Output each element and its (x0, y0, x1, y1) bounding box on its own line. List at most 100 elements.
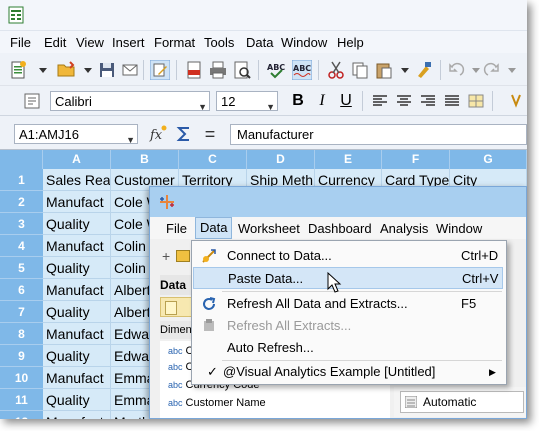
tableau-menu-data[interactable]: Data (195, 217, 233, 239)
column-header[interactable]: C (179, 150, 247, 169)
cut-icon[interactable] (326, 60, 346, 80)
copy-icon[interactable] (350, 60, 370, 80)
row-header[interactable]: 10 (0, 367, 43, 389)
menu-format[interactable]: Format (154, 35, 195, 50)
italic-icon[interactable]: I (312, 91, 332, 111)
redo-icon[interactable] (482, 60, 502, 80)
menu-insert[interactable]: Insert (112, 35, 145, 50)
tableau-menu-window[interactable]: Window (436, 221, 482, 236)
font-size-box[interactable]: 12 ▼ (216, 91, 278, 112)
dropdown-arrow-icon[interactable] (33, 60, 53, 80)
column-header[interactable]: B (111, 150, 179, 169)
align-left-icon[interactable] (370, 91, 390, 111)
tableau-menu-analysis[interactable]: Analysis (380, 221, 428, 236)
grid-cell[interactable]: Quality (43, 301, 111, 323)
justify-icon[interactable] (442, 91, 462, 111)
column-header[interactable]: F (382, 150, 450, 169)
grid-cell[interactable]: Quality (43, 345, 111, 367)
undo-icon[interactable] (446, 60, 466, 80)
row-header[interactable]: 5 (0, 257, 43, 279)
paste-icon[interactable] (374, 60, 394, 80)
menu-item-datasource[interactable]: ✓ @Visual Analytics Example [Untitled] ▶ (193, 361, 503, 383)
row-header[interactable]: 1 (0, 169, 43, 191)
grid-cell[interactable]: Manufact (43, 279, 111, 301)
grid-cell[interactable]: Manufact (43, 323, 111, 345)
dropdown-arrow-icon[interactable] (395, 60, 415, 80)
print-preview-icon[interactable] (232, 60, 252, 80)
grid-cell[interactable]: Manufact (43, 235, 111, 257)
menu-separator (222, 291, 502, 292)
add-icon[interactable]: + (162, 248, 170, 264)
chevron-down-icon[interactable]: ▼ (266, 97, 275, 117)
grid-cell[interactable]: Manufact (43, 191, 111, 213)
menu-help[interactable]: Help (337, 35, 364, 50)
grid-cell[interactable]: Quality (43, 389, 111, 411)
grid-cell[interactable]: Sales Rea (43, 169, 111, 191)
folder-icon[interactable] (176, 250, 190, 262)
underline-icon[interactable]: U (336, 91, 356, 111)
grid-cell[interactable]: Manufact (43, 411, 111, 419)
align-center-icon[interactable] (394, 91, 414, 111)
new-document-icon[interactable] (8, 60, 28, 80)
print-icon[interactable] (208, 60, 228, 80)
row-header[interactable]: 9 (0, 345, 43, 367)
menu-data[interactable]: Data (246, 35, 273, 50)
mark-type-dropdown[interactable]: Automatic (400, 391, 524, 413)
open-folder-icon[interactable] (56, 60, 76, 80)
column-header[interactable]: D (247, 150, 315, 169)
menu-file[interactable]: File (10, 35, 31, 50)
tableau-menu-file[interactable]: File (166, 221, 187, 236)
autospellcheck-icon[interactable]: ABC (292, 60, 312, 80)
spellcheck-icon[interactable]: ABC (266, 60, 286, 80)
dropdown-arrow-icon[interactable] (502, 60, 522, 80)
field-item[interactable]: abc C (168, 361, 193, 373)
select-all-corner[interactable] (0, 150, 43, 169)
grid-cell[interactable]: Quality (43, 213, 111, 235)
dropdown-arrow-icon[interactable] (78, 60, 98, 80)
grid-cell[interactable]: Manufact (43, 367, 111, 389)
menu-view[interactable]: View (76, 35, 104, 50)
menu-window[interactable]: Window (281, 35, 327, 50)
equals-icon[interactable]: = (200, 124, 220, 144)
font-name-box[interactable]: Calibri ▼ (50, 91, 210, 112)
chevron-down-icon[interactable]: ▼ (126, 130, 135, 150)
name-box[interactable]: A1:AMJ16 ▼ (14, 124, 138, 145)
row-header[interactable]: 8 (0, 323, 43, 345)
row-header[interactable]: 3 (0, 213, 43, 235)
menu-item-connect-to-data[interactable]: Connect to Data... Ctrl+D (193, 245, 503, 267)
align-right-icon[interactable] (418, 91, 438, 111)
row-header[interactable]: 7 (0, 301, 43, 323)
chevron-down-icon[interactable]: ▼ (198, 97, 207, 117)
menu-edit[interactable]: Edit (44, 35, 66, 50)
formula-input[interactable]: Manufacturer (230, 124, 527, 145)
row-header[interactable]: 11 (0, 389, 43, 411)
column-header[interactable]: E (315, 150, 382, 169)
row-header[interactable]: 2 (0, 191, 43, 213)
styles-icon[interactable] (22, 91, 42, 111)
export-pdf-icon[interactable] (184, 60, 204, 80)
currency-format-icon[interactable] (506, 91, 526, 111)
edit-mode-icon[interactable] (150, 60, 170, 80)
function-wizard-icon[interactable]: fx (148, 124, 168, 144)
tableau-menu-worksheet[interactable]: Worksheet (238, 221, 300, 236)
merge-cells-icon[interactable] (466, 91, 486, 111)
save-icon[interactable] (97, 60, 117, 80)
menu-item-auto-refresh[interactable]: Auto Refresh... (193, 337, 503, 359)
row-header[interactable]: 6 (0, 279, 43, 301)
menu-item-shortcut: Ctrl+D (461, 248, 499, 263)
column-header[interactable]: G (450, 150, 527, 169)
field-item[interactable]: abc C (168, 345, 193, 357)
clone-formatting-icon[interactable] (414, 60, 434, 80)
menu-item-refresh-all[interactable]: Refresh All Data and Extracts... F5 (193, 293, 503, 315)
sum-icon[interactable] (174, 124, 194, 144)
menu-tools[interactable]: Tools (204, 35, 234, 50)
row-header[interactable]: 12 (0, 411, 43, 419)
tableau-menu-dashboard[interactable]: Dashboard (308, 221, 372, 236)
grid-cell[interactable]: Quality (43, 257, 111, 279)
row-header[interactable]: 4 (0, 235, 43, 257)
column-header[interactable]: A (43, 150, 111, 169)
menu-item-paste-data[interactable]: Paste Data... Ctrl+V (193, 267, 503, 289)
bold-icon[interactable]: B (288, 91, 308, 111)
field-item[interactable]: abc Customer Name (168, 397, 266, 409)
email-icon[interactable] (120, 60, 140, 80)
